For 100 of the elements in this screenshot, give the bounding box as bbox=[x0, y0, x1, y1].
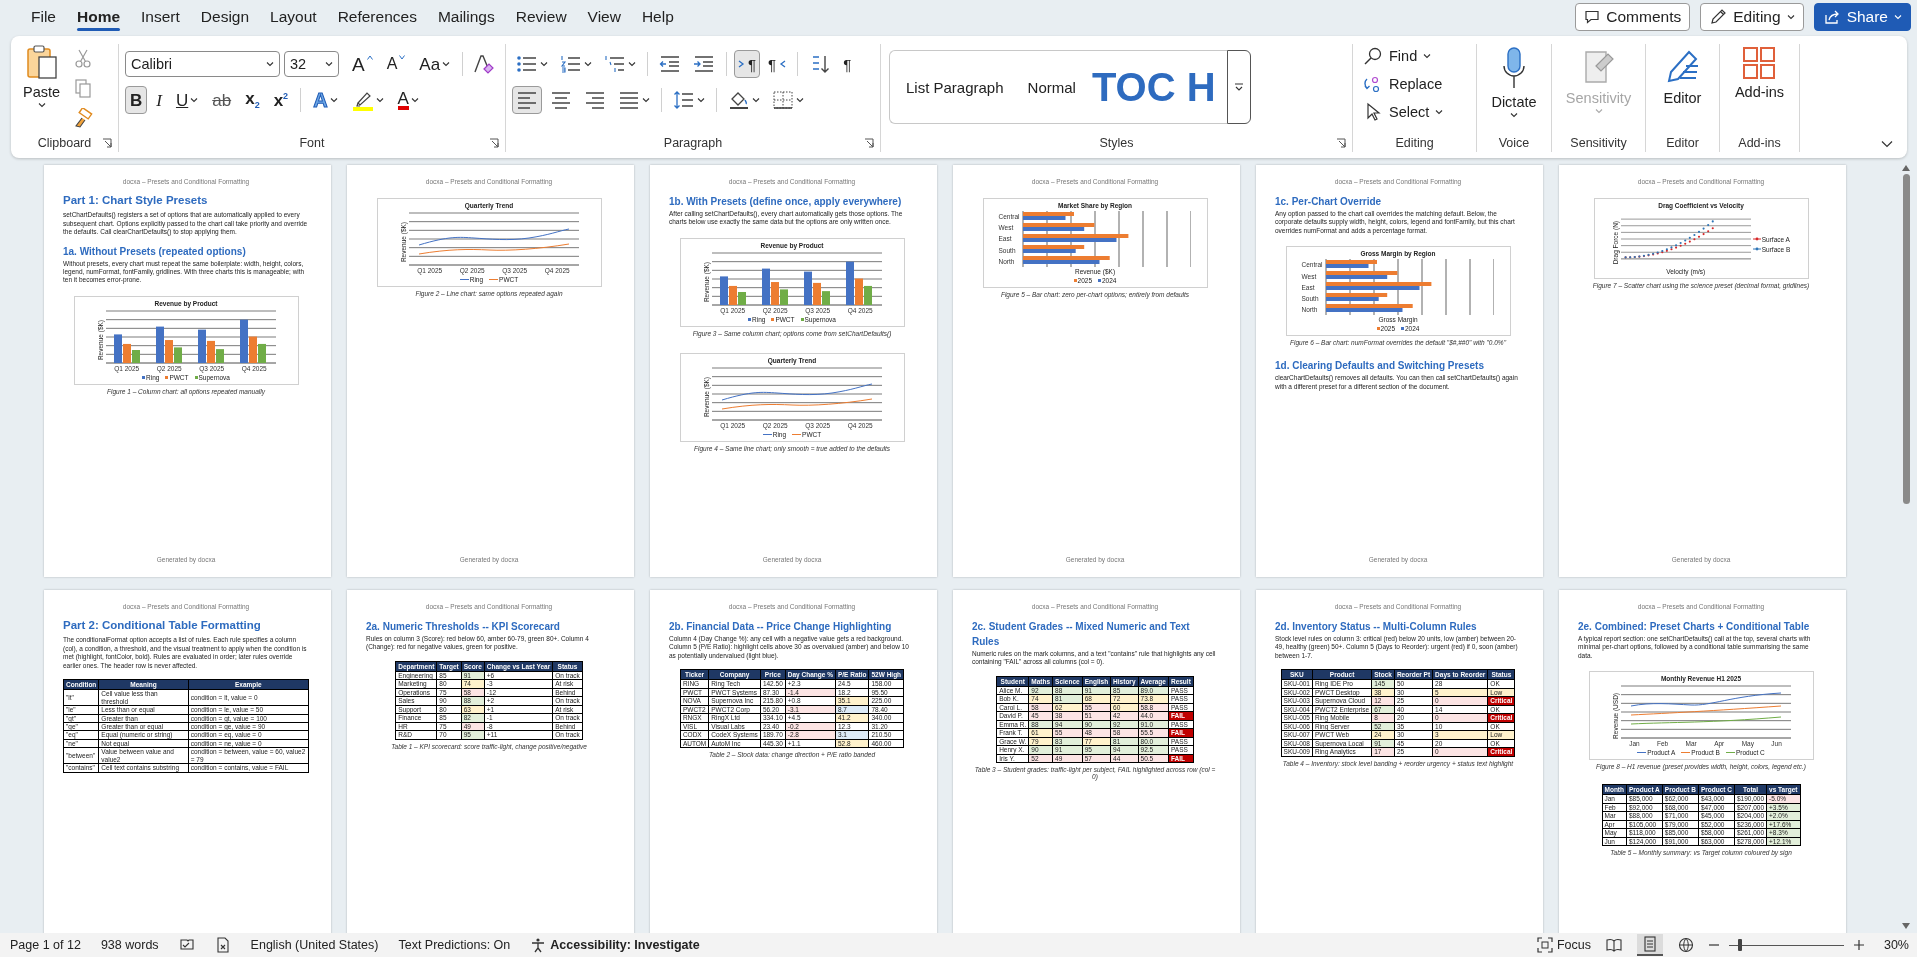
legend-swatch-icon bbox=[800, 317, 804, 321]
menu-tab[interactable]: Design bbox=[191, 3, 259, 31]
caret-icon bbox=[1786, 14, 1795, 20]
align-center-icon bbox=[550, 90, 572, 110]
group-label: Sensitivity bbox=[1570, 136, 1627, 150]
font-color-button[interactable]: A bbox=[392, 86, 424, 114]
scrollbar-thumb[interactable] bbox=[1902, 174, 1910, 504]
dialog-launcher-icon bbox=[489, 138, 499, 148]
proofing-button[interactable] bbox=[178, 937, 195, 953]
caret-icon bbox=[1594, 108, 1603, 114]
menu-tab[interactable]: View bbox=[578, 3, 630, 31]
left-to-right-button[interactable]: ¶ bbox=[734, 50, 761, 78]
zoom-level[interactable]: 30% bbox=[1883, 938, 1909, 952]
heading: 2c. Student Grades -- Mixed Numeric and Text Rules bbox=[972, 620, 1191, 649]
show-marks-button[interactable]: ¶ bbox=[839, 50, 856, 78]
right-to-left-button[interactable]: ¶ bbox=[764, 50, 791, 78]
legend-swatch-icon bbox=[165, 375, 169, 379]
legend-line-icon bbox=[1681, 751, 1691, 755]
font-size-field[interactable]: 32 bbox=[284, 51, 339, 77]
dialog-launcher-icon bbox=[864, 138, 874, 148]
heading: 1c. Per-Chart Override bbox=[1275, 195, 1383, 209]
left-to-right-icon bbox=[738, 59, 746, 69]
caret-icon bbox=[410, 97, 419, 103]
numbered-list-icon bbox=[560, 54, 582, 74]
heading: Part 2: Conditional Table Formatting bbox=[63, 618, 262, 633]
legend-marker-icon bbox=[1752, 237, 1761, 241]
text-predictions-button[interactable]: Text Predictions: On bbox=[398, 938, 511, 952]
zoom-slider-thumb[interactable] bbox=[1738, 939, 1743, 951]
menu-tab[interactable]: File bbox=[22, 3, 65, 31]
group-label: Add-ins bbox=[1738, 136, 1781, 150]
menu-tab[interactable]: Layout bbox=[261, 3, 326, 31]
style-option[interactable]: TOC H bbox=[1087, 64, 1227, 110]
heading: 1d. Clearing Defaults and Switching Presets bbox=[1275, 359, 1485, 374]
style-option[interactable]: List Paragraph bbox=[894, 78, 1016, 96]
dialog-launcher-icon bbox=[102, 138, 112, 148]
editor-button[interactable]: Editor bbox=[1657, 44, 1708, 108]
subscript-button[interactable]: x$_{2}$ bbox=[240, 86, 265, 114]
paintbrush-icon bbox=[73, 108, 94, 128]
group-label: Font bbox=[299, 136, 325, 150]
track-changes-button[interactable] bbox=[214, 937, 231, 953]
caret-icon bbox=[190, 97, 199, 103]
replace-button[interactable]: Replace bbox=[1363, 72, 1444, 96]
heading: 1b. With Presets (define once, apply everywhere) bbox=[669, 195, 903, 209]
italic-button[interactable]: I bbox=[151, 86, 167, 114]
scroll-down-icon bbox=[1902, 923, 1910, 929]
menu-tab[interactable]: References bbox=[328, 3, 426, 31]
menu-tab[interactable]: Insert bbox=[132, 3, 189, 31]
more-styles-button[interactable] bbox=[1227, 50, 1251, 124]
print-layout-button[interactable] bbox=[1636, 934, 1663, 956]
menu-tab[interactable]: Help bbox=[632, 3, 683, 31]
strikethrough-button[interactable]: ab bbox=[207, 86, 237, 114]
find-button[interactable]: Find bbox=[1363, 44, 1444, 68]
heading: 2d. Inventory Status -- Multi-Column Rules bbox=[1275, 620, 1478, 634]
editing-mode-button[interactable]: Editing bbox=[1700, 3, 1804, 31]
language-button[interactable]: English (United States) bbox=[250, 938, 379, 952]
add-ins-button[interactable]: Add-ins bbox=[1728, 44, 1791, 102]
change-case-button[interactable]: Aa bbox=[414, 50, 456, 78]
globe-icon bbox=[1677, 937, 1694, 953]
justify-icon bbox=[618, 90, 640, 110]
caret-icon bbox=[329, 97, 338, 103]
grid-icon bbox=[1742, 46, 1777, 80]
heading: 2a. Numeric Thresholds -- KPI Scorecard bbox=[366, 620, 561, 634]
menu-tab[interactable]: Home bbox=[68, 3, 130, 31]
paint-bucket-icon bbox=[728, 90, 750, 110]
menu-tab[interactable]: Mailings bbox=[428, 3, 504, 31]
scissors-icon bbox=[73, 48, 94, 68]
font-name-field[interactable]: Calibri bbox=[125, 51, 280, 77]
bold-button[interactable]: B bbox=[125, 86, 148, 114]
legend-swatch-icon bbox=[142, 375, 145, 379]
zoom-in-button[interactable] bbox=[1853, 937, 1864, 953]
style-option[interactable]: Normal bbox=[1015, 78, 1088, 96]
legend-swatch-icon bbox=[194, 375, 198, 379]
legend-marker-icon bbox=[1752, 247, 1761, 251]
shrink-font-button[interactable]: A bbox=[381, 50, 411, 78]
accessibility-button[interactable]: Accessibility: Investigate bbox=[530, 937, 700, 953]
align-left-button[interactable] bbox=[512, 86, 542, 114]
dictate-button[interactable]: Dictate bbox=[1485, 44, 1543, 120]
book-check-icon bbox=[178, 937, 195, 953]
line-spacing-icon bbox=[673, 90, 695, 110]
caret-icon bbox=[642, 97, 650, 103]
grow-font-button[interactable]: A bbox=[347, 50, 378, 78]
legend-swatch-icon bbox=[1098, 279, 1101, 282]
caret-icon bbox=[442, 61, 451, 67]
caret-icon bbox=[37, 102, 46, 108]
word-count[interactable]: 938 words bbox=[100, 938, 159, 952]
superscript-button[interactable]: x$^{2}$ bbox=[268, 86, 294, 114]
caret-up-icon bbox=[366, 55, 373, 60]
underline-button[interactable]: U bbox=[170, 86, 204, 114]
page-icon bbox=[1641, 936, 1658, 952]
menu-tab[interactable]: Review bbox=[506, 3, 576, 31]
page-count[interactable]: Page 1 of 12 bbox=[10, 938, 81, 952]
select-button[interactable]: Select bbox=[1363, 100, 1444, 124]
paste-button[interactable]: Paste bbox=[17, 44, 67, 110]
comments-button[interactable]: Comments bbox=[1575, 3, 1691, 31]
zoom-slider[interactable] bbox=[1728, 939, 1844, 951]
share-button[interactable]: Share bbox=[1813, 3, 1911, 31]
bullet-list-icon bbox=[516, 54, 538, 74]
legend-line-icon bbox=[1637, 751, 1647, 755]
heading: 2b. Financial Data -- Price Change Highlighting bbox=[669, 620, 893, 634]
focus-button[interactable]: Focus bbox=[1536, 937, 1591, 953]
